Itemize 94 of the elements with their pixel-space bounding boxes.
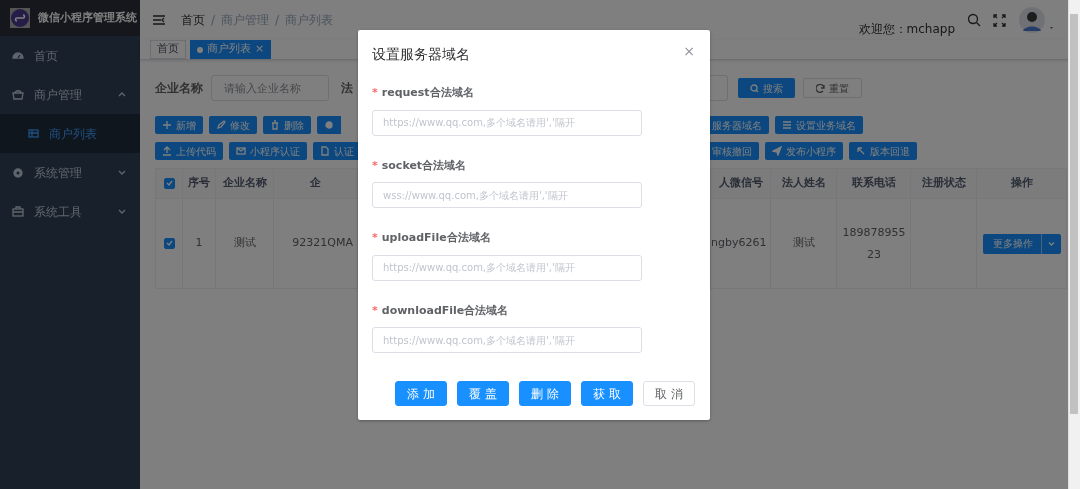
toolbar-button[interactable]: 小程序认证 <box>229 142 307 160</box>
reset-button[interactable]: 重置 <box>803 78 862 98</box>
menu-item[interactable]: 首页 <box>0 36 140 75</box>
field-label-text: uploadFile合法域名 <box>381 231 491 244</box>
checkbox[interactable] <box>163 177 175 189</box>
pencil-icon <box>216 120 226 130</box>
document-icon <box>320 146 330 156</box>
more-actions-button[interactable]: 更多操作 <box>982 233 1041 254</box>
dialog-button[interactable]: 取消 <box>643 381 695 406</box>
tag[interactable]: 商户列表 × <box>190 40 272 59</box>
welcome-text: 欢迎您：mchapp <box>858 21 955 38</box>
menu-item[interactable]: 商户管理 <box>0 75 140 114</box>
arrow-icon <box>856 146 866 156</box>
required-mark: * <box>372 86 378 99</box>
scrollbar[interactable] <box>1068 0 1080 489</box>
menu-label: 首页 <box>34 47 58 65</box>
checkbox[interactable] <box>163 237 175 249</box>
column-header: 序号 <box>182 168 216 199</box>
toolbar-button[interactable]: 版本回退 <box>849 142 917 160</box>
fullscreen-icon <box>993 13 1006 27</box>
toolbar-button[interactable]: 新增 <box>155 116 203 134</box>
check-icon <box>165 180 173 187</box>
list-icon <box>782 120 792 130</box>
scrollbar-thumb[interactable] <box>1070 14 1078 414</box>
gear-icon <box>12 166 24 179</box>
dropdown-button[interactable] <box>1040 233 1061 254</box>
column-header: 人微信号 <box>710 168 771 199</box>
toolbar-button[interactable]: 服务器域名 <box>710 116 769 134</box>
column-header: 联系电话 <box>836 168 911 199</box>
column-header: 企业名称 <box>215 168 274 199</box>
submenu-label: 商户列表 <box>49 125 97 143</box>
breadcrumb-separator: / <box>275 12 280 29</box>
menu-label: 系统工具 <box>34 203 82 221</box>
column-header: 法人姓名 <box>770 168 837 199</box>
search-button[interactable]: 搜索 <box>738 78 795 98</box>
app-title: 微信小程序管理系统 <box>38 9 137 26</box>
send-icon <box>772 146 782 156</box>
menu-label: 系统管理 <box>34 164 82 182</box>
column-header: 企 <box>273 168 358 199</box>
tag[interactable]: 首页 <box>150 40 186 59</box>
toolbar-button[interactable]: 修改 <box>209 116 257 134</box>
avatar-icon <box>1018 6 1056 34</box>
icon-button[interactable] <box>317 116 341 134</box>
column-header: 注册状态 <box>910 168 977 199</box>
refresh-icon <box>816 83 825 93</box>
dialog-button[interactable]: 添加 <box>395 381 447 406</box>
required-mark: * <box>372 231 378 244</box>
close-icon[interactable]: × <box>255 41 265 58</box>
trash-icon <box>270 120 280 130</box>
check-icon <box>165 240 173 247</box>
required-mark: * <box>372 158 378 172</box>
search-icon <box>967 13 981 27</box>
toolbar-button[interactable]: 删除 <box>263 116 311 134</box>
toolbox-icon <box>12 205 24 218</box>
table-cell: 92321QMA <box>273 198 358 289</box>
upload-icon <box>162 146 172 156</box>
dialog-button[interactable]: 获取 <box>581 381 633 406</box>
table-cell: 测试 <box>215 198 274 289</box>
toolbar-button[interactable]: 设置业务域名 <box>775 116 863 134</box>
menu-label: 商户管理 <box>34 86 82 104</box>
dialog-title: 设置服务器域名 <box>372 45 470 64</box>
input-field[interactable] <box>710 75 728 101</box>
dialog-button[interactable]: 删除 <box>519 381 571 406</box>
column-header: 操作 <box>976 168 1067 199</box>
menu-item[interactable]: 系统工具 <box>0 192 140 231</box>
field-label: 企业名称 <box>155 80 203 97</box>
mail-icon <box>236 146 246 156</box>
toolbar-button[interactable]: 发布小程序 <box>765 142 843 160</box>
field-label-text: downloadFile合法域名 <box>381 303 509 317</box>
close-button[interactable]: × <box>683 44 695 58</box>
menu-item[interactable]: 系统管理 <box>0 153 140 192</box>
table-cell: 18987895523 <box>836 198 911 289</box>
toolbar-button[interactable]: 认证 <box>313 142 358 160</box>
plus-icon <box>162 120 172 130</box>
gear-icon <box>324 120 334 130</box>
table-cell: 1 <box>182 198 216 289</box>
table-cell: 测试 <box>770 198 837 289</box>
menu-icon <box>153 15 165 25</box>
field-label-text: socket合法域名 <box>381 158 467 172</box>
dialog-button[interactable]: 覆盖 <box>457 381 509 406</box>
toolbar-button[interactable]: 审核撤回 <box>710 142 759 160</box>
shop-icon <box>12 88 24 101</box>
submenu-item[interactable]: 商户列表 <box>0 114 140 153</box>
table-icon <box>28 129 39 138</box>
search-icon <box>750 83 759 93</box>
field-label-text: request合法域名 <box>381 86 474 99</box>
gauge-icon <box>12 49 24 62</box>
required-mark: * <box>372 303 378 317</box>
breadcrumb-separator: / <box>211 12 216 29</box>
toolbar-button[interactable]: 上传代码 <box>155 142 223 160</box>
caret-icon <box>1047 241 1055 246</box>
breadcrumb-item[interactable]: 首页 <box>181 11 205 29</box>
logo-icon <box>10 8 30 28</box>
field-label: 法 <box>341 80 353 97</box>
